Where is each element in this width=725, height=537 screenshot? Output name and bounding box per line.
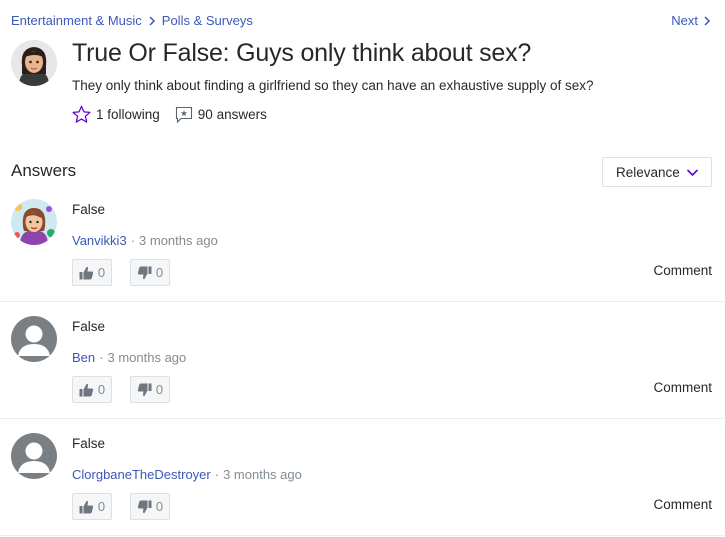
upvote-count: 0 — [97, 382, 106, 397]
answer-time: 3 months ago — [139, 233, 218, 248]
next-question-link[interactable]: Next — [671, 13, 711, 28]
chevron-right-icon — [703, 15, 711, 26]
answer-author-link[interactable]: ClorgbaneTheDestroyer — [72, 467, 211, 482]
answer-item: False Vanvikki3 · 3 months ago 0 0 Comme… — [0, 185, 725, 302]
thumbs-down-icon — [137, 266, 152, 280]
answer-time: 3 months ago — [223, 467, 302, 482]
thumbs-down-icon — [137, 500, 152, 514]
meta-separator: · — [214, 467, 220, 482]
thumbs-up-icon — [79, 266, 94, 280]
downvote-count: 0 — [155, 265, 164, 280]
comment-button[interactable]: Comment — [653, 380, 712, 395]
answers-heading: Answers — [11, 161, 77, 180]
star-outline-icon — [72, 105, 91, 124]
question-stats: 1 following 90 answers — [72, 105, 282, 124]
thumbs-up-icon — [79, 500, 94, 514]
asker-avatar[interactable] — [11, 40, 57, 86]
downvote-count: 0 — [155, 499, 164, 514]
answer-author-link[interactable]: Vanvikki3 — [72, 233, 127, 248]
answer-text: False — [72, 319, 106, 334]
breadcrumb-subcategory-link[interactable]: Polls & Surveys — [162, 13, 253, 28]
question-body: They only think about finding a girlfrie… — [72, 78, 594, 93]
next-label: Next — [671, 13, 698, 28]
downvote-button[interactable]: 0 — [130, 493, 170, 520]
downvote-count: 0 — [155, 382, 164, 397]
upvote-button[interactable]: 0 — [72, 493, 112, 520]
answer-meta: Vanvikki3 · 3 months ago — [72, 233, 218, 248]
comment-button[interactable]: Comment — [653, 263, 712, 278]
sort-dropdown[interactable]: Relevance — [602, 157, 712, 187]
answerer-avatar[interactable] — [11, 199, 57, 245]
upvote-count: 0 — [97, 265, 106, 280]
upvote-button[interactable]: 0 — [72, 259, 112, 286]
upvote-count: 0 — [97, 499, 106, 514]
question-title: True Or False: Guys only think about sex… — [72, 39, 532, 67]
comment-button[interactable]: Comment — [653, 497, 712, 512]
answerer-avatar[interactable] — [11, 316, 57, 362]
following-count: 1 following — [96, 107, 160, 122]
downvote-button[interactable]: 0 — [130, 376, 170, 403]
meta-separator: · — [130, 233, 136, 248]
answers-count-link[interactable]: 90 answers — [175, 106, 267, 124]
thumbs-up-icon — [79, 383, 94, 397]
answer-text: False — [72, 202, 106, 217]
meta-separator: · — [99, 350, 104, 365]
answer-bubble-icon — [175, 106, 193, 124]
answer-text: False — [72, 436, 106, 451]
upvote-button[interactable]: 0 — [72, 376, 112, 403]
answer-author-link[interactable]: Ben — [72, 350, 95, 365]
breadcrumb-category-link[interactable]: Entertainment & Music — [11, 13, 142, 28]
answer-time: 3 months ago — [107, 350, 187, 365]
answer-item: False Ben · 3 months ago 0 0 Comment — [0, 302, 725, 419]
answerer-avatar[interactable] — [11, 433, 57, 479]
answers-count: 90 answers — [197, 107, 267, 122]
sort-label: Relevance — [616, 164, 680, 180]
answer-meta: Ben · 3 months ago — [72, 350, 186, 365]
follow-button[interactable]: 1 following — [72, 105, 160, 124]
downvote-button[interactable]: 0 — [130, 259, 170, 286]
answer-item: False ClorgbaneTheDestroyer · 3 months a… — [0, 419, 725, 536]
chevron-right-icon — [148, 15, 156, 26]
thumbs-down-icon — [137, 383, 152, 397]
breadcrumb: Entertainment & Music Polls & Surveys — [11, 13, 253, 28]
chevron-down-icon — [686, 166, 699, 179]
answer-meta: ClorgbaneTheDestroyer · 3 months ago — [72, 467, 302, 482]
